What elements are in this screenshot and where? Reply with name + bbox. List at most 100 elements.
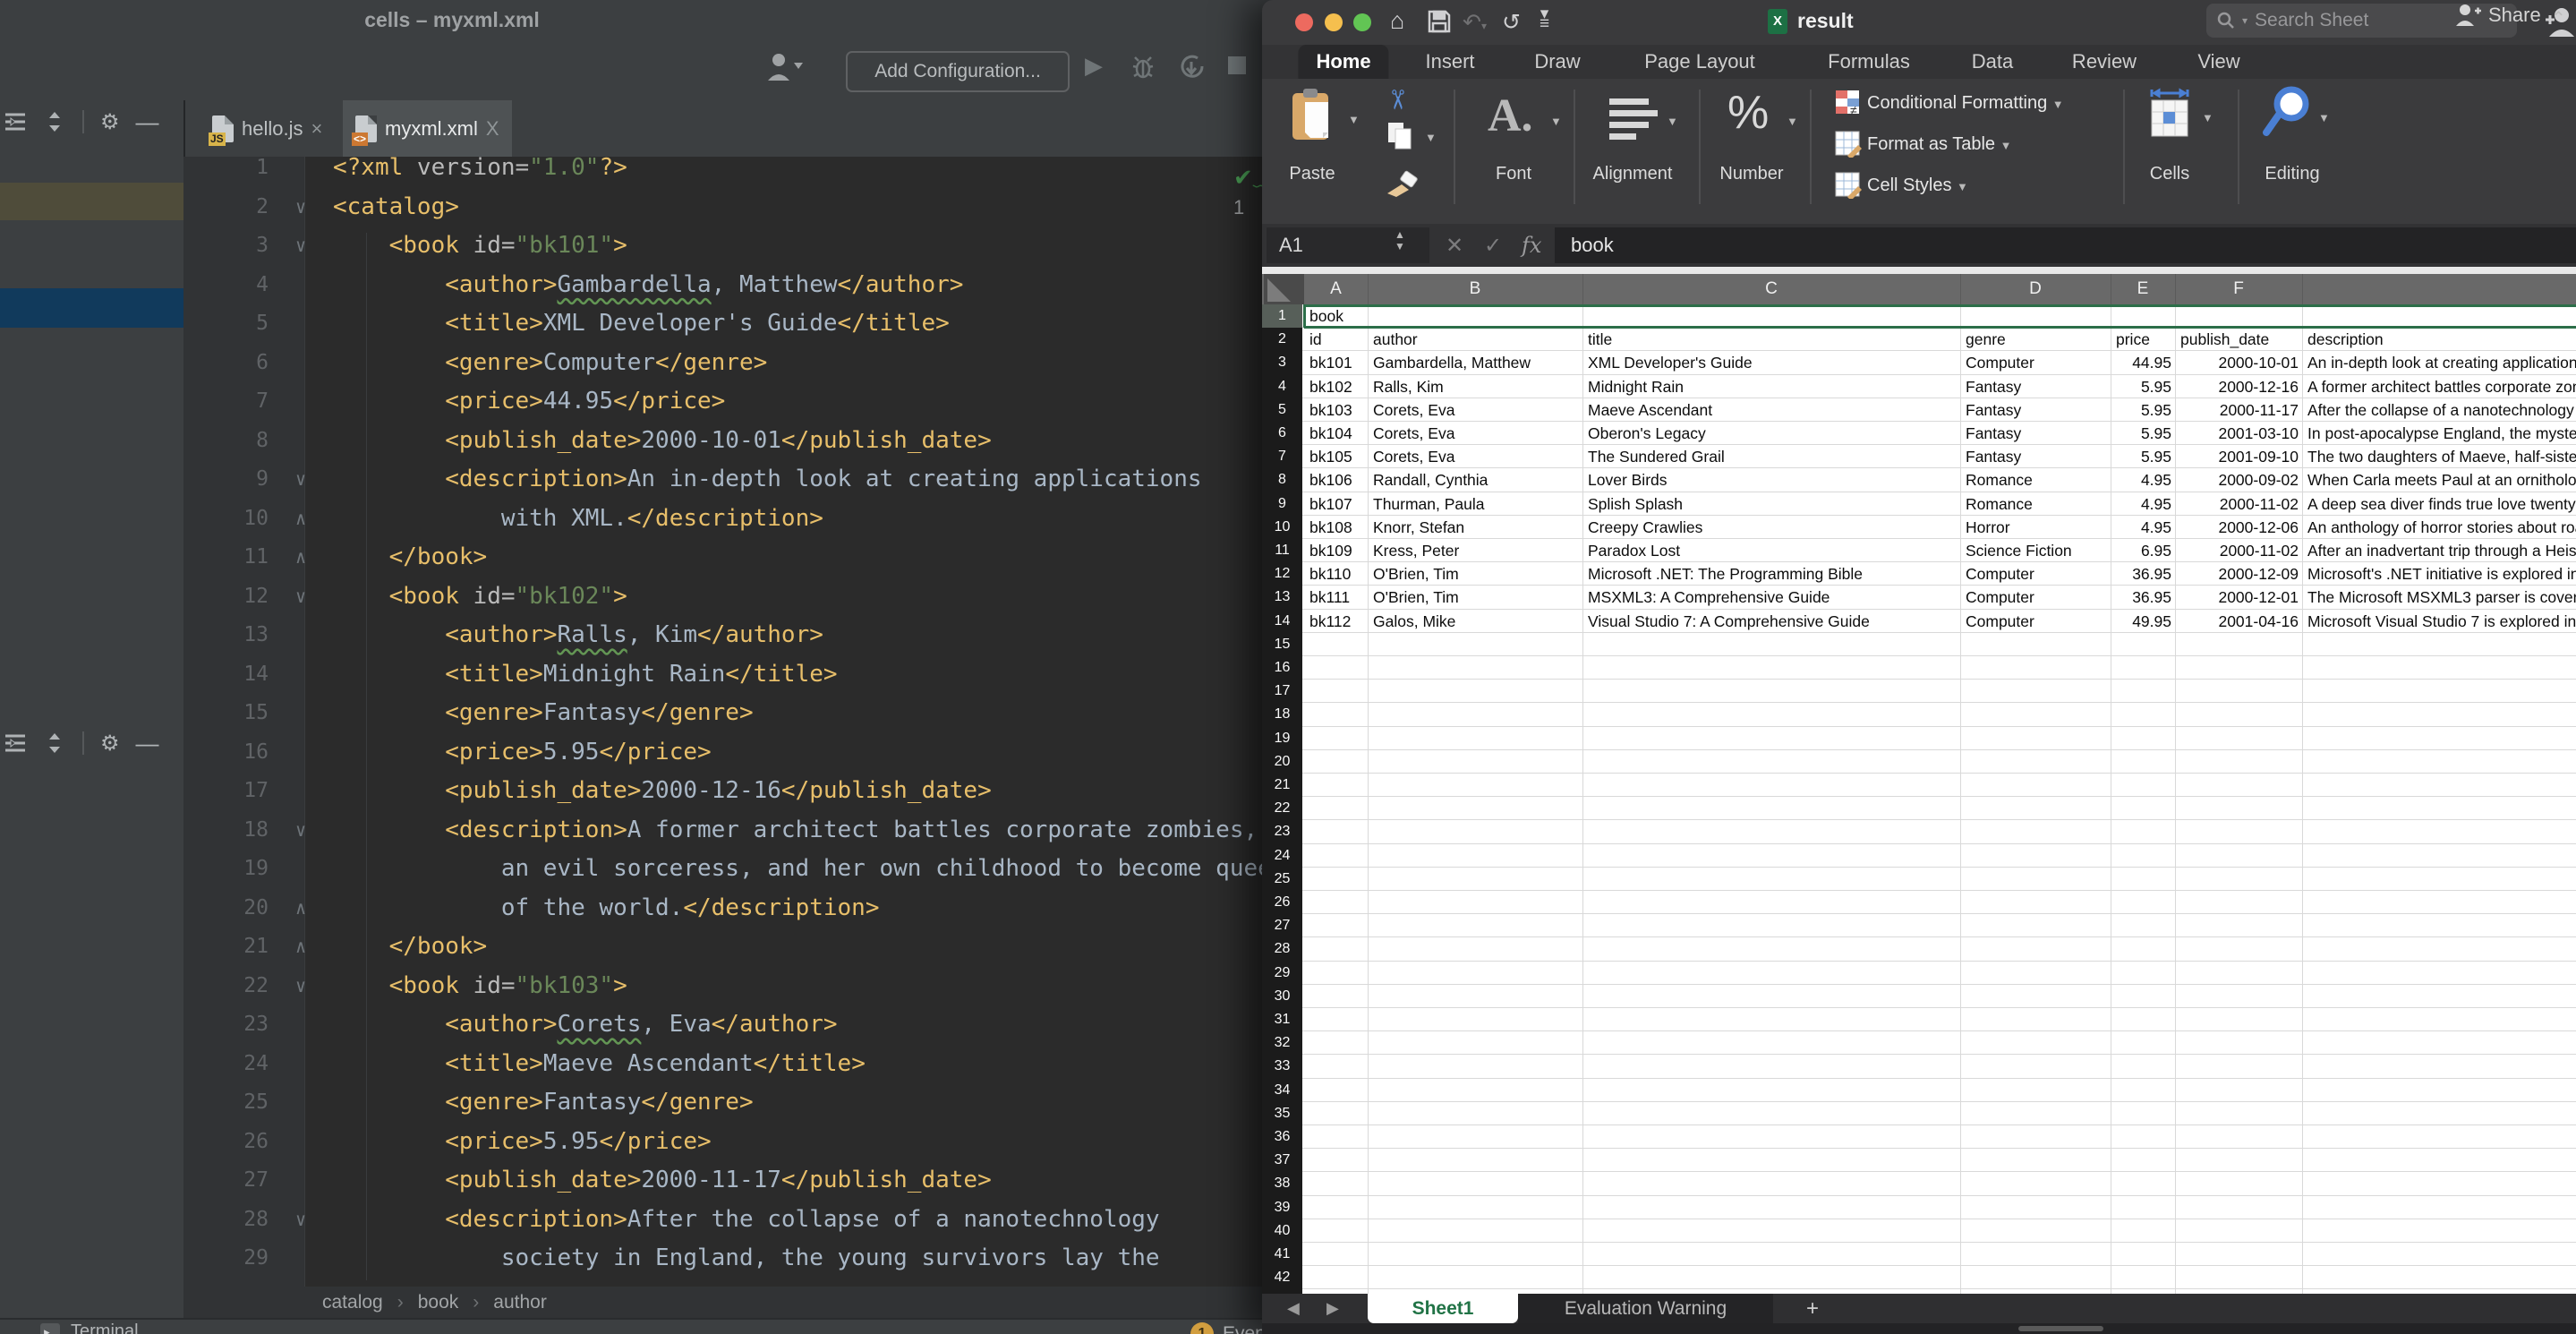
grid-cell[interactable]: 4.95 [2111,494,2175,515]
code-line[interactable]: 7 <price>44.95</price> [183,382,1275,422]
code-line[interactable]: 16 <price>5.95</price> [183,733,1275,773]
fold-marker-icon[interactable]: ∧ [283,500,319,539]
ribbon-tab-view[interactable]: View [2179,45,2257,79]
grid-row-header-20[interactable]: 20 [1262,750,1302,774]
code-line[interactable]: 14 <title>Midnight Rain</title> [183,655,1275,695]
grid-cell[interactable]: 6.95 [2111,541,2175,561]
select-all-corner[interactable] [1264,274,1304,304]
collapse-all-icon[interactable] [43,110,66,133]
fold-marker-icon[interactable]: ∨ [283,967,319,1006]
grid-row-header-36[interactable]: 36 [1262,1125,1302,1150]
grid-cell[interactable]: Fantasy [1960,423,2111,444]
grid-row-header-3[interactable]: 3 [1262,351,1302,375]
alignment-dropdown-arrow[interactable]: ▼ [1667,115,1678,128]
editing-group-icon[interactable] [2263,84,2313,140]
minimize-window-button[interactable] [1325,13,1343,31]
grid-cell[interactable]: Romance [1960,494,2111,515]
grid-cell[interactable]: The two daughters of Maeve, half-sisters… [2302,447,2576,467]
grid-cell[interactable]: Fantasy [1960,377,2111,398]
grid-row-header-19[interactable]: 19 [1262,727,1302,751]
stop-icon[interactable] [1228,56,1246,74]
grid-col-header-B[interactable]: B [1368,274,1583,304]
grid-row-header-11[interactable]: 11 [1262,539,1302,563]
grid-cell[interactable]: Microsoft .NET: The Programming Bible [1582,564,1960,585]
fold-marker-icon[interactable]: ∨ [283,460,319,500]
grid-row-header-28[interactable]: 28 [1262,937,1302,962]
grid-cell[interactable]: The Microsoft MSXML3 parser is covered i… [2302,587,2576,608]
code-line[interactable]: 5 <title>XML Developer's Guide</title> [183,304,1275,344]
fold-marker-icon[interactable]: ∨ [283,227,319,266]
code-line[interactable]: 11∧ </book> [183,538,1275,577]
next-sheet-arrow[interactable]: ▶ [1326,1299,1339,1318]
grid-cell[interactable]: Corets, Eva [1368,400,1582,421]
code-line[interactable]: 1<?xml version="1.0"?> [183,157,1275,188]
grid-cell[interactable]: Corets, Eva [1368,423,1582,444]
sheet-tab-evaluation-warning[interactable]: Evaluation Warning [1518,1294,1773,1323]
grid-cell[interactable]: Computer [1960,564,2111,585]
ribbon-tab-page-layout[interactable]: Page Layout [1626,45,1773,79]
tree-item-selected[interactable] [0,288,183,328]
number-dropdown-arrow[interactable]: ▼ [1787,115,1798,128]
grid-cell[interactable]: bk109 [1304,541,1368,561]
grid-col-header-F[interactable]: F [2175,274,2303,304]
grid-cell[interactable]: O'Brien, Tim [1368,587,1582,608]
grid-cell[interactable]: A deep sea diver finds true love twenty … [2302,494,2576,515]
grid-row-header-38[interactable]: 38 [1262,1172,1302,1196]
grid-cell[interactable]: When Carla meets Paul at an ornithology … [2302,470,2576,491]
grid-cell[interactable]: title [1582,329,1960,350]
format-as-table-icon[interactable] [1835,131,1862,158]
code-line[interactable]: 12∨ <book id="bk102"> [183,577,1275,617]
collapse-all-icon[interactable] [43,731,66,755]
grid-cell[interactable]: Lover Birds [1582,470,1960,491]
paste-button[interactable] [1289,88,1337,143]
grid-cell[interactable]: bk104 [1304,423,1368,444]
ribbon-tab-home[interactable]: Home [1298,45,1388,79]
user-account-icon[interactable] [765,52,803,82]
grid-row-header-8[interactable]: 8 [1262,468,1302,492]
fold-marker-icon[interactable]: ∨ [283,188,319,227]
confirm-entry-icon[interactable]: ✓ [1484,233,1502,259]
cells-dropdown-arrow[interactable]: ▼ [2202,111,2213,124]
terminal-button[interactable]: ▸_ Terminal [40,1321,139,1334]
grid-cell[interactable]: An anthology of horror stories about roa… [2302,517,2576,538]
grid-row-header-37[interactable]: 37 [1262,1149,1302,1173]
fold-marker-icon[interactable]: ∧ [283,928,319,967]
code-line[interactable]: 13 <author>Ralls, Kim</author> [183,616,1275,655]
grid-row-header-41[interactable]: 41 [1262,1243,1302,1267]
grid-row-header-22[interactable]: 22 [1262,797,1302,821]
grid-cell[interactable]: Microsoft Visual Studio 7 is explored in… [2302,611,2576,632]
grid-cell[interactable]: Midnight Rain [1582,377,1960,398]
grid-row-header-25[interactable]: 25 [1262,868,1302,892]
grid-cell[interactable]: Fantasy [1960,447,2111,467]
grid-row-header-16[interactable]: 16 [1262,656,1302,680]
cell-styles-icon[interactable] [1835,172,1862,199]
copy-icon[interactable] [1387,122,1412,150]
grid-cell[interactable]: Galos, Mike [1368,611,1582,632]
grid-row-header-17[interactable]: 17 [1262,680,1302,704]
horizontal-scrollbar-track[interactable] [1262,1323,2576,1334]
code-line[interactable]: 27 <publish_date>2000-11-17</publish_dat… [183,1161,1275,1201]
grid-cell[interactable]: Science Fiction [1960,541,2111,561]
grid-cell[interactable]: The Sundered Grail [1582,447,1960,467]
grid-cell[interactable]: 2000-12-16 [2175,377,2302,398]
breadcrumb-item[interactable]: catalog [322,1292,383,1313]
panel-hide-icon[interactable]: — [136,730,159,757]
breadcrumb-item[interactable]: book [418,1292,459,1313]
tree-item-highlighted[interactable] [0,183,183,220]
ribbon-tab-draw[interactable]: Draw [1516,45,1598,79]
grid-row-header-2[interactable]: 2 [1262,328,1302,352]
add-sheet-button[interactable]: + [1806,1296,1819,1321]
grid-cell[interactable]: 2000-11-17 [2175,400,2302,421]
cut-scissors-icon[interactable]: ✂ [1381,89,1412,111]
grid-cell[interactable]: 4.95 [2111,517,2175,538]
grid-cell[interactable]: bk101 [1304,353,1368,373]
redo-icon[interactable]: ↺ [1502,9,1521,36]
undo-icon[interactable]: ↶▾ [1463,9,1487,36]
grid-cell[interactable]: 2000-12-09 [2175,564,2302,585]
grid-row-header-6[interactable]: 6 [1262,422,1302,446]
code-line[interactable]: 8 <publish_date>2000-10-01</publish_date… [183,422,1275,461]
prev-sheet-arrow[interactable]: ◀ [1287,1299,1300,1318]
sheet-tab-sheet1[interactable]: Sheet1 [1368,1294,1518,1323]
grid-cell[interactable]: 2000-10-01 [2175,353,2302,373]
code-line[interactable]: 15 <genre>Fantasy</genre> [183,694,1275,733]
